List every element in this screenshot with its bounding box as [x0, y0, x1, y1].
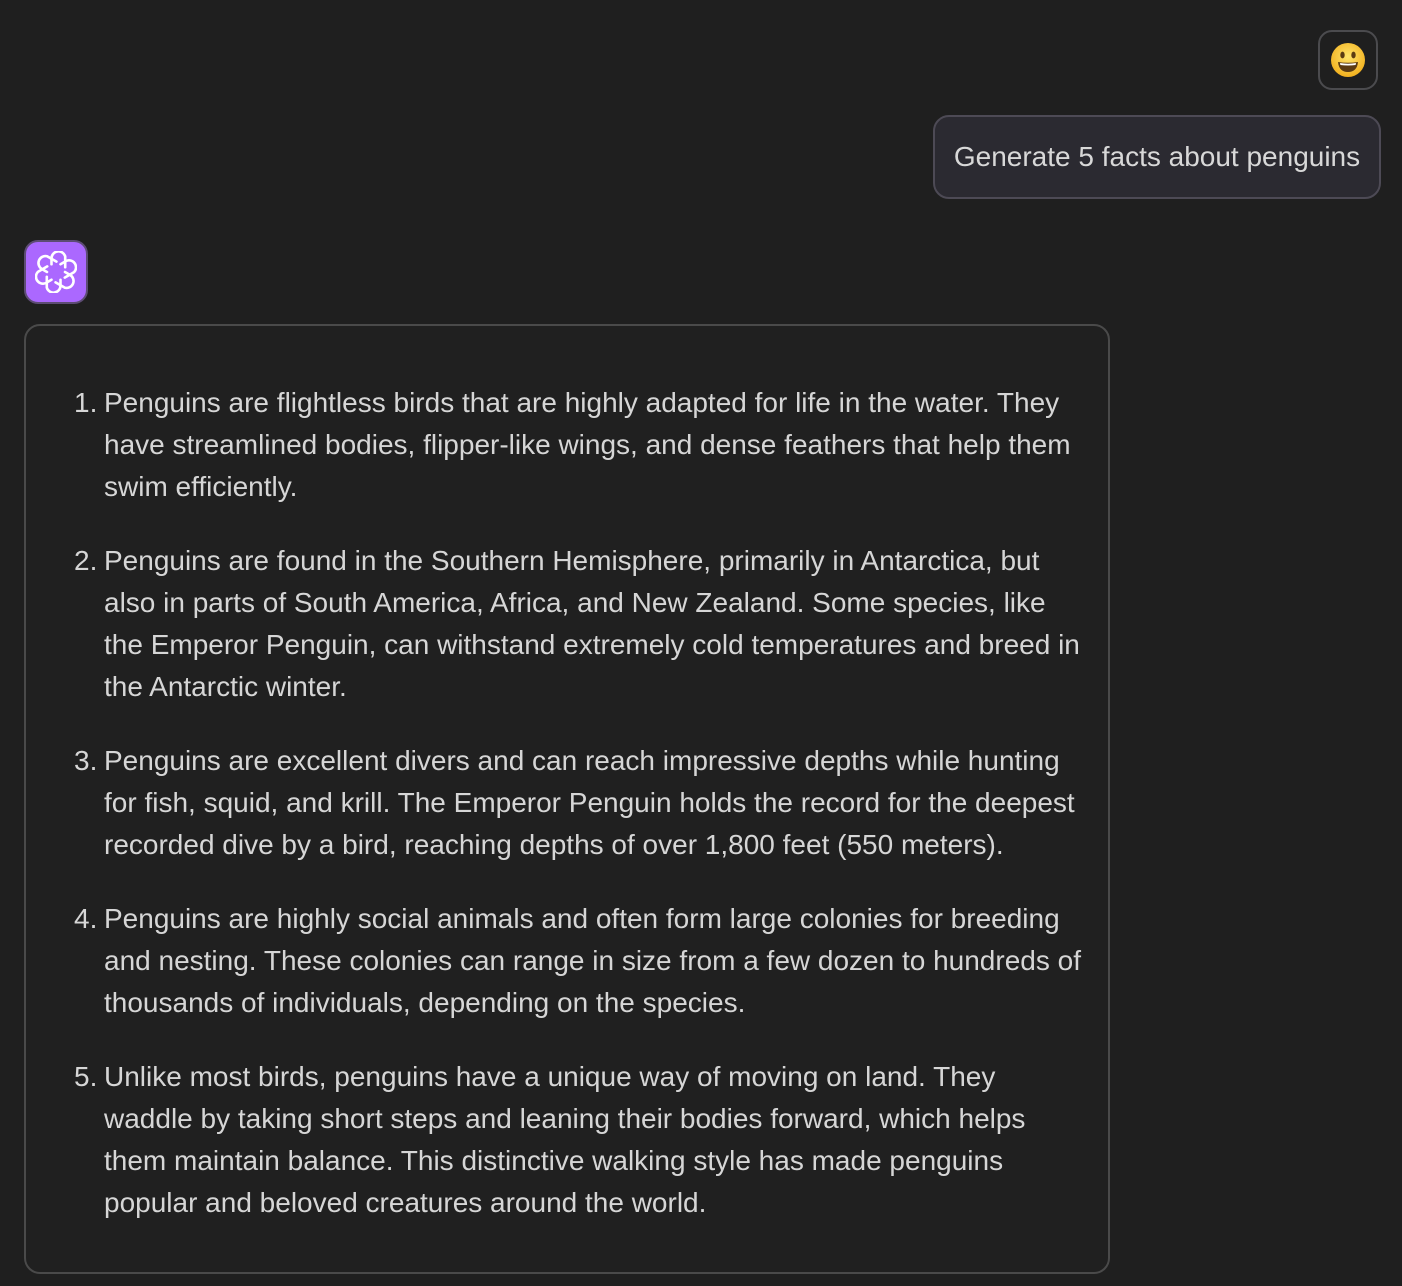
list-item-text: Penguins are found in the Southern Hemis… — [104, 545, 1080, 702]
facts-list: 1. Penguins are flightless birds that ar… — [74, 382, 1086, 1256]
assistant-message-bubble: 1. Penguins are flightless birds that ar… — [24, 324, 1110, 1274]
list-item-number: 4. — [74, 903, 98, 934]
user-message-text: Generate 5 facts about penguins — [953, 141, 1361, 172]
list-item-text: Unlike most birds, penguins have a uniqu… — [104, 1061, 1026, 1218]
list-item: 3. Penguins are excellent divers and can… — [74, 740, 1086, 866]
user-message-bubble: Generate 5 facts about penguins — [933, 115, 1381, 199]
list-item-number: 2. — [74, 545, 98, 576]
assistant-avatar — [24, 240, 88, 304]
list-item-number: 5. — [74, 1061, 98, 1092]
list-item: 2. Penguins are found in the Southern He… — [74, 540, 1086, 708]
list-item-number: 1. — [74, 387, 98, 418]
user-avatar — [1318, 30, 1378, 90]
list-item: 4. Penguins are highly social animals an… — [74, 898, 1086, 1024]
list-item: 5. Unlike most birds, penguins have a un… — [74, 1056, 1086, 1224]
list-item-text: Penguins are flightless birds that are h… — [104, 387, 1071, 502]
list-item-text: Penguins are highly social animals and o… — [104, 903, 1081, 1018]
chat-page: Generate 5 facts about penguins 1. Pengu… — [0, 0, 1402, 1286]
list-item-text: Penguins are excellent divers and can re… — [104, 745, 1075, 860]
openai-logo-icon — [35, 251, 77, 293]
list-item: 1. Penguins are flightless birds that ar… — [74, 382, 1086, 508]
smiley-face-icon — [1331, 43, 1365, 77]
list-item-number: 3. — [74, 745, 98, 776]
